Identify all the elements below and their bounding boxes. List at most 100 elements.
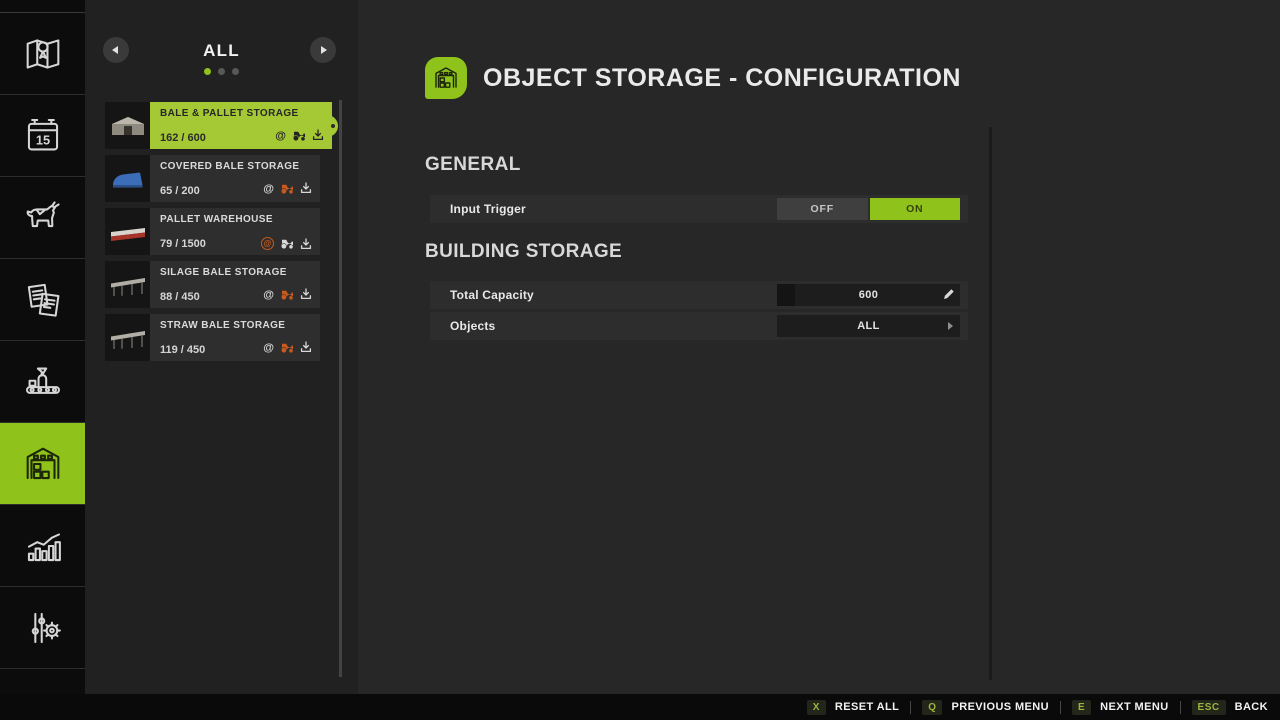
hint-label: PREVIOUS MENU (951, 701, 1049, 713)
storage-list-item[interactable]: SILAGE BALE STORAGE 88 / 450 @ (105, 261, 320, 308)
sidebar-item-calendar[interactable]: 15 (0, 95, 85, 177)
sidebar-item-contracts[interactable] (0, 259, 85, 341)
key-hint-previous-menu[interactable]: Q PREVIOUS MENU (922, 700, 1049, 715)
total-capacity-input[interactable]: 600 (777, 284, 960, 306)
hint-label: BACK (1235, 701, 1268, 713)
sidebar-item-production[interactable] (0, 341, 85, 423)
edit-pencil-icon[interactable] (942, 288, 955, 301)
tractor-icon (280, 289, 294, 300)
at-sign-icon: @ (263, 342, 274, 354)
category-prev-button[interactable] (103, 37, 129, 63)
svg-text:15: 15 (35, 132, 49, 147)
objects-row: Objects ALL (430, 312, 968, 340)
keycap: Q (922, 700, 942, 715)
building-name: COVERED BALE STORAGE (160, 161, 312, 172)
fill-level: 88 / 450 (160, 291, 200, 303)
tractor-icon (280, 238, 294, 249)
unload-download-icon (300, 182, 312, 194)
sidebar-item-map[interactable] (0, 13, 85, 95)
objects-label: Objects (450, 319, 495, 333)
hint-divider (1060, 701, 1061, 714)
keycap: ESC (1192, 700, 1226, 715)
chevron-right-icon (948, 322, 953, 330)
selection-notch (326, 115, 338, 137)
pager-dot-2[interactable] (232, 68, 239, 75)
building-capability-icons: @ (275, 126, 324, 144)
building-name: PALLET WAREHOUSE (160, 214, 312, 225)
sidebar-item-statistics[interactable] (0, 505, 85, 587)
at-sign-icon: @ (275, 130, 286, 142)
building-list-panel: ALL BALE & PALLET STORAGE 162 / 600 @ CO… (85, 0, 358, 694)
sidebar-item-storage[interactable] (0, 423, 85, 505)
input-trigger-toggle: OFF ON (777, 198, 960, 220)
toggle-on-button[interactable]: ON (870, 198, 961, 220)
fill-level: 162 / 600 (160, 132, 206, 144)
map-icon (20, 31, 66, 77)
page-header: OBJECT STORAGE - CONFIGURATION (425, 57, 961, 99)
category-pager-dots (85, 68, 358, 75)
settings-icon (20, 605, 66, 651)
pager-dot-1[interactable] (218, 68, 225, 75)
tractor-icon (280, 183, 294, 194)
fill-level: 119 / 450 (160, 344, 205, 356)
contracts-icon (20, 277, 66, 323)
at-sign-icon: @ (263, 183, 274, 195)
pager-dot-0[interactable] (204, 68, 211, 75)
unload-download-icon (300, 341, 312, 353)
main-menu-sidebar: 15 (0, 0, 85, 720)
thumbnail-image (108, 111, 148, 141)
tractor-icon (280, 342, 294, 353)
storage-list-item[interactable]: PALLET WAREHOUSE 79 / 1500 @ (105, 208, 320, 255)
storage-list-item[interactable]: BALE & PALLET STORAGE 162 / 600 @ (105, 102, 320, 149)
game-menu-screen: 15 ALL BALE & PALLET STO (0, 0, 1280, 720)
unload-download-icon (300, 288, 312, 300)
category-title: ALL (135, 41, 308, 61)
statistics-icon (20, 523, 66, 569)
hint-label: RESET ALL (835, 701, 899, 713)
key-hint-bar: X RESET ALL Q PREVIOUS MENU E NEXT MENU ESC… (0, 694, 1280, 720)
sidebar-item-settings[interactable] (0, 587, 85, 669)
sidebar-item-animals[interactable] (0, 177, 85, 259)
arrow-left-icon (112, 46, 118, 54)
tractor-icon (292, 130, 306, 141)
keycap: E (1072, 700, 1091, 715)
storage-list-item[interactable]: COVERED BALE STORAGE 65 / 200 @ (105, 155, 320, 202)
building-capability-icons: @ (263, 179, 312, 197)
category-next-button[interactable] (310, 37, 336, 63)
at-sign-circle-icon: @ (261, 237, 274, 250)
unload-download-icon (312, 129, 324, 141)
section-general-title: GENERAL (425, 154, 521, 176)
animals-cow-icon (20, 195, 66, 241)
toggle-off-button[interactable]: OFF (777, 198, 868, 220)
at-sign-icon: @ (263, 289, 274, 301)
page-title: OBJECT STORAGE - CONFIGURATION (483, 64, 961, 93)
building-name: SILAGE BALE STORAGE (160, 267, 312, 278)
hint-divider (910, 701, 911, 714)
key-hint-reset-all[interactable]: X RESET ALL (807, 700, 899, 715)
fill-level: 65 / 200 (160, 185, 200, 197)
list-scrollbar[interactable] (339, 100, 342, 677)
storage-list-item[interactable]: STRAW BALE STORAGE 119 / 450 @ (105, 314, 320, 361)
total-capacity-value: 600 (859, 289, 879, 301)
total-capacity-row: Total Capacity 600 (430, 281, 968, 309)
hint-label: NEXT MENU (1100, 701, 1168, 713)
input-trigger-row: Input Trigger OFF ON (430, 195, 968, 223)
objects-value: ALL (857, 320, 880, 332)
building-capability-icons: @ (263, 285, 312, 303)
key-hint-back[interactable]: ESC BACK (1192, 700, 1268, 715)
keycap: X (807, 700, 826, 715)
building-name: BALE & PALLET STORAGE (160, 108, 324, 119)
production-icon (20, 359, 66, 405)
total-capacity-label: Total Capacity (450, 288, 534, 302)
calendar-icon: 15 (20, 113, 66, 159)
building-name: STRAW BALE STORAGE (160, 320, 312, 331)
storage-building-list: BALE & PALLET STORAGE 162 / 600 @ COVERE… (105, 102, 320, 367)
config-scrollbar[interactable] (989, 127, 992, 680)
storage-warehouse-icon (20, 441, 66, 487)
key-hint-next-menu[interactable]: E NEXT MENU (1072, 700, 1169, 715)
building-capability-icons: @ (263, 338, 312, 356)
building-capability-icons: @ (261, 237, 312, 250)
objects-select[interactable]: ALL (777, 315, 960, 337)
building-thumbnail (105, 261, 150, 308)
fill-level: 79 / 1500 (160, 238, 206, 250)
